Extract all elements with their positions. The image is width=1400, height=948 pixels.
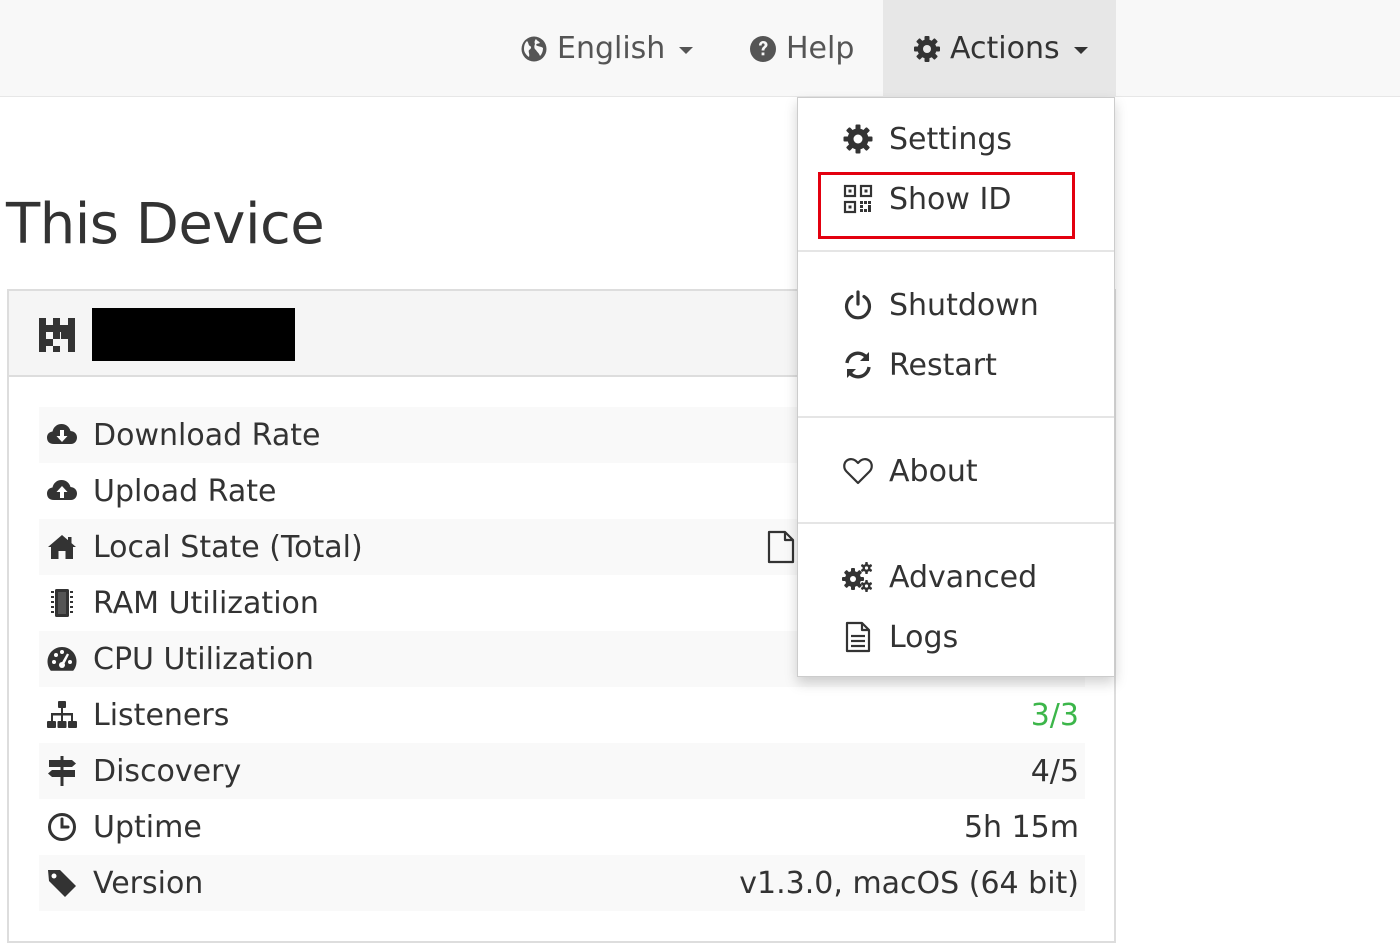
stat-row-version: Version v1.3.0, macOS (64 bit) <box>39 855 1085 911</box>
help-label: Help <box>786 31 855 66</box>
memory-chip-icon <box>45 586 79 620</box>
menu-divider <box>798 250 1114 252</box>
stat-row-discovery: Discovery 4/5 <box>39 743 1085 799</box>
stat-value: 4/5 <box>1030 753 1079 789</box>
identicon <box>39 318 75 352</box>
menu-divider <box>798 416 1114 418</box>
refresh-icon <box>841 348 875 382</box>
menu-item-label: Settings <box>889 121 1013 157</box>
cloud-upload-icon <box>45 474 79 508</box>
gear-icon <box>841 122 875 156</box>
stat-value: v1.3.0, macOS (64 bit) <box>739 865 1079 901</box>
heart-outline-icon <box>841 454 875 488</box>
show-id-highlight-box <box>818 172 1075 239</box>
stat-label: Uptime <box>93 809 202 845</box>
clock-icon <box>45 810 79 844</box>
question-circle-icon <box>749 35 777 63</box>
chevron-down-icon <box>1073 47 1088 54</box>
stat-label: CPU Utilization <box>93 641 314 677</box>
actions-label: Actions <box>950 31 1060 66</box>
stat-value: 5h 15m <box>963 809 1079 845</box>
stat-label: Download Rate <box>93 417 321 453</box>
language-label: English <box>557 31 666 66</box>
menu-item-label: Shutdown <box>889 287 1039 323</box>
menu-item-label: Advanced <box>889 559 1038 595</box>
file-outline-icon <box>767 530 795 564</box>
stat-value: 3/3 <box>1030 697 1079 733</box>
menu-item-advanced[interactable]: Advanced <box>798 549 1114 605</box>
stat-label: Listeners <box>93 697 230 733</box>
menu-item-label: Logs <box>889 619 959 655</box>
tag-icon <box>45 866 79 900</box>
language-dropdown[interactable]: English <box>520 0 694 97</box>
power-icon <box>841 288 875 322</box>
stat-row-listeners: Listeners 3/3 <box>39 687 1085 743</box>
cloud-download-icon <box>45 418 79 452</box>
stat-label: Discovery <box>93 753 242 789</box>
actions-dropdown[interactable]: Actions <box>883 0 1116 97</box>
globe-icon <box>520 35 548 63</box>
menu-item-shutdown[interactable]: Shutdown <box>798 277 1114 333</box>
stat-row-uptime: Uptime 5h 15m <box>39 799 1085 855</box>
menu-item-label: Restart <box>889 347 997 383</box>
stat-label: RAM Utilization <box>93 585 319 621</box>
gears-icon <box>841 560 875 594</box>
menu-item-about[interactable]: About <box>798 443 1114 499</box>
chevron-down-icon <box>679 47 694 54</box>
help-link[interactable]: Help <box>749 0 854 97</box>
page-title: This Device <box>6 192 325 257</box>
stat-label: Local State (Total) <box>93 529 363 565</box>
menu-item-label: About <box>889 453 978 489</box>
signpost-icon <box>45 754 79 788</box>
menu-divider <box>798 522 1114 524</box>
gear-icon <box>913 35 941 63</box>
top-navbar: English Help Actions <box>0 0 1400 97</box>
home-icon <box>45 530 79 564</box>
menu-item-logs[interactable]: Logs <box>798 609 1114 665</box>
stat-label: Upload Rate <box>93 473 277 509</box>
menu-item-settings[interactable]: Settings <box>798 111 1114 167</box>
tachometer-icon <box>45 642 79 676</box>
sitemap-icon <box>45 698 79 732</box>
device-name-redacted <box>92 308 295 361</box>
file-text-icon <box>841 620 875 654</box>
menu-item-restart[interactable]: Restart <box>798 337 1114 393</box>
stat-label: Version <box>93 865 204 901</box>
